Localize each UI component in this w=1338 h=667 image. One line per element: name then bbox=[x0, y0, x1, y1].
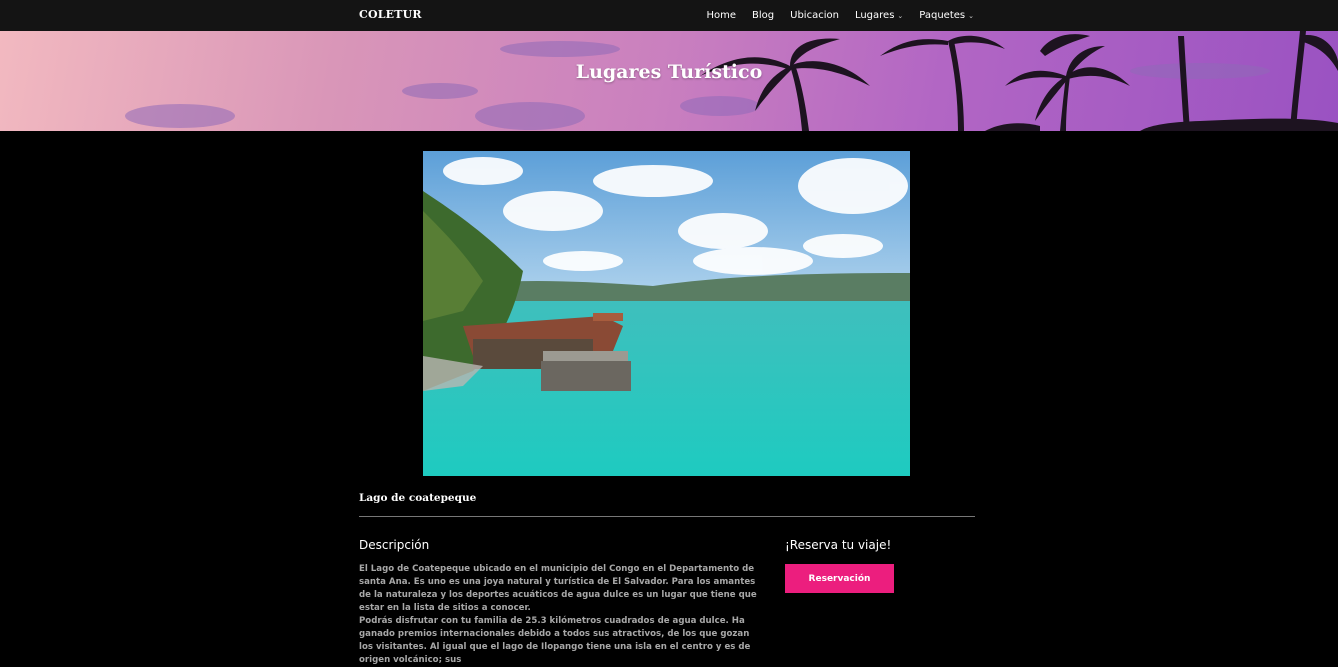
navbar: COLETUR Home Blog Ubicacion Lugares ⌄ Paq… bbox=[0, 0, 1338, 31]
nav-item-paquetes[interactable]: Paquetes ⌄ bbox=[919, 10, 974, 21]
nav-item-home[interactable]: Home bbox=[706, 10, 736, 21]
description-paragraph: Podrás disfrutar con tu familia de 25.3 … bbox=[359, 616, 751, 665]
nav-item-lugares[interactable]: Lugares ⌄ bbox=[855, 10, 903, 21]
page-title: Lugares Turístico bbox=[575, 61, 763, 83]
hero-banner: Lugares Turístico bbox=[0, 31, 1338, 131]
nav-item-blog[interactable]: Blog bbox=[752, 10, 774, 21]
divider bbox=[359, 516, 975, 517]
description-text: El Lago de Coatepeque ubicado en el muni… bbox=[359, 563, 759, 667]
nav-menu: Home Blog Ubicacion Lugares ⌄ Paquetes ⌄ bbox=[706, 10, 974, 21]
description-heading: Descripción bbox=[359, 538, 430, 552]
chevron-down-icon: ⌄ bbox=[968, 11, 974, 20]
nav-item-label: Lugares bbox=[854, 10, 895, 21]
nav-item-label: Paquetes bbox=[919, 10, 966, 21]
nav-item-label: Home bbox=[706, 10, 737, 21]
place-name: Lago de coatepeque bbox=[359, 492, 477, 504]
nav-item-label: Blog bbox=[752, 10, 775, 21]
reservation-button[interactable]: Reservación bbox=[785, 564, 894, 593]
chevron-down-icon: ⌄ bbox=[897, 11, 904, 20]
brand-logo[interactable]: COLETUR bbox=[359, 8, 422, 21]
nav-item-label: Ubicacion bbox=[790, 10, 839, 21]
description-paragraph: El Lago de Coatepeque ubicado en el muni… bbox=[359, 564, 757, 613]
nav-item-ubicacion[interactable]: Ubicacion bbox=[790, 10, 839, 21]
reserve-heading: ¡Reserva tu viaje! bbox=[785, 538, 892, 552]
lake-photo bbox=[423, 151, 910, 476]
